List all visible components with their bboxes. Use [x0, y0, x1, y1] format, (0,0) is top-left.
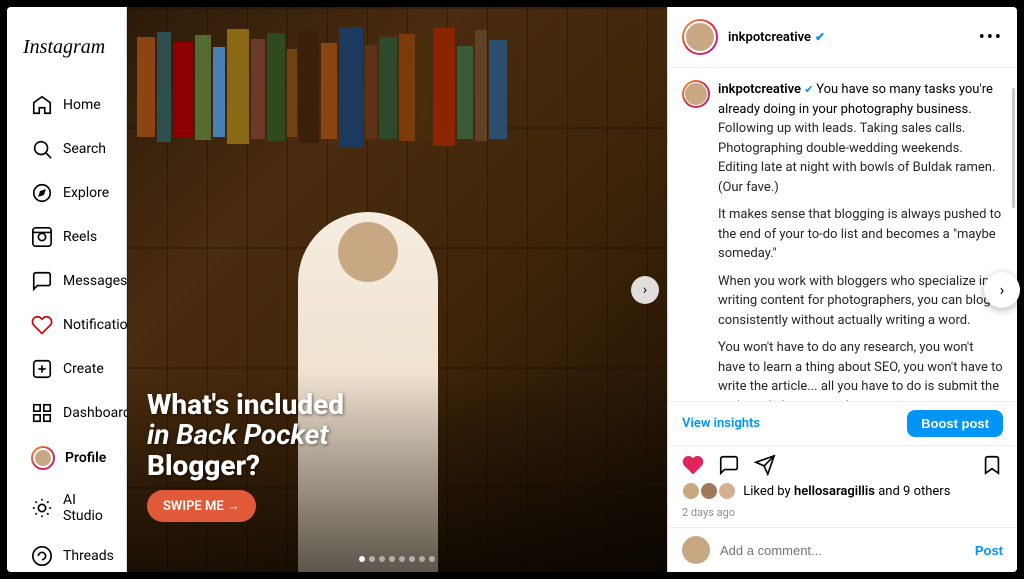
- modal-container: Instagram Home Search: [7, 7, 1017, 572]
- slide-dot-7[interactable]: [419, 556, 425, 562]
- post-author-info: inkpotcreative ✔: [728, 30, 825, 45]
- slide-next-arrow[interactable]: ›: [631, 276, 659, 304]
- slide-dot-4[interactable]: [389, 556, 395, 562]
- sidebar-item-label: Threads: [63, 548, 114, 564]
- home-icon: [31, 94, 53, 116]
- sidebar-item-notifications[interactable]: Notifications: [15, 304, 118, 346]
- sidebar: Instagram Home Search: [7, 7, 127, 572]
- sidebar-item-profile[interactable]: Profile: [15, 436, 118, 480]
- likes-avatar-1: [682, 482, 700, 500]
- caption-author-avatar[interactable]: [682, 80, 710, 108]
- current-user-avatar: [682, 536, 710, 564]
- sidebar-item-label: Dashboard: [63, 405, 131, 421]
- post-timestamp: 2 days ago: [668, 504, 1017, 527]
- right-panel: inkpotcreative ✔ ••• inkpotcreative ✔: [667, 7, 1017, 572]
- insights-row: View insights Boost post: [668, 401, 1017, 445]
- threads-icon: [31, 545, 53, 567]
- sidebar-item-messages[interactable]: Messages: [15, 260, 118, 302]
- slide-dot-5[interactable]: [399, 556, 405, 562]
- sidebar-bottom: AI Studio Threads: [7, 481, 126, 572]
- sidebar-item-explore[interactable]: Explore: [15, 172, 118, 214]
- share-button[interactable]: [754, 454, 776, 476]
- sidebar-item-create[interactable]: Create: [15, 348, 118, 390]
- notifications-icon: [31, 314, 53, 336]
- ai-studio-icon: [31, 497, 53, 519]
- post-header: inkpotcreative ✔ •••: [668, 7, 1017, 68]
- verified-badge: ✔: [815, 30, 825, 44]
- likes-avatar-2: [700, 482, 718, 500]
- post-image-area: @INKPOTCREATIVE: [127, 7, 667, 572]
- sidebar-item-home[interactable]: Home: [15, 84, 118, 126]
- sidebar-item-label: AI Studio: [63, 492, 103, 524]
- slide-dot-8[interactable]: [429, 556, 435, 562]
- modal-next-arrow[interactable]: ›: [984, 272, 1020, 308]
- save-button[interactable]: [981, 454, 1003, 476]
- likes-text: Liked by hellosaragillis and 9 others: [740, 484, 950, 499]
- sidebar-item-label: Create: [63, 361, 104, 377]
- sidebar-item-label: Messages: [63, 273, 127, 289]
- likes-avatar-3: [718, 482, 736, 500]
- sidebar-item-search[interactable]: Search: [15, 128, 118, 170]
- comment-input[interactable]: [720, 543, 965, 558]
- messages-icon: [31, 270, 53, 292]
- dashboard-icon: [31, 402, 53, 424]
- comments-area: inkpotcreative ✔ You have so many tasks …: [668, 68, 1017, 401]
- swipe-button[interactable]: SWIPE ME →: [147, 490, 256, 522]
- slide-dot-6[interactable]: [409, 556, 415, 562]
- post-text-overlay: What's included in Back Pocket Blogger? …: [147, 390, 647, 522]
- post-actions-row: [668, 445, 1017, 480]
- view-insights-button[interactable]: View insights: [682, 416, 760, 431]
- profile-avatar: [31, 446, 55, 470]
- caption-text: inkpotcreative ✔ You have so many tasks …: [718, 82, 993, 117]
- slide-dot-1[interactable]: [359, 556, 365, 562]
- sidebar-item-label: Profile: [65, 450, 106, 466]
- explore-icon: [31, 182, 53, 204]
- comment-button[interactable]: [718, 454, 740, 476]
- slide-dot-2[interactable]: [369, 556, 375, 562]
- add-comment-row: Post: [668, 527, 1017, 572]
- post-caption: inkpotcreative ✔ You have so many tasks …: [718, 80, 1003, 401]
- post-author-avatar[interactable]: [682, 19, 718, 55]
- sidebar-item-ai-studio[interactable]: AI Studio: [15, 482, 118, 534]
- search-icon: [31, 138, 53, 160]
- slide-dot-3[interactable]: [379, 556, 385, 562]
- like-button[interactable]: [682, 454, 704, 476]
- close-button[interactable]: ×: [986, 8, 1016, 38]
- caption-row: inkpotcreative ✔ You have so many tasks …: [682, 80, 1003, 401]
- sidebar-item-label: Search: [63, 141, 106, 157]
- sidebar-item-dashboard[interactable]: Dashboard: [15, 392, 118, 434]
- sidebar-item-label: Home: [63, 97, 101, 113]
- create-icon: [31, 358, 53, 380]
- sidebar-item-label: Reels: [63, 229, 97, 245]
- slide-dots-indicator: [359, 556, 435, 562]
- likes-row: Liked by hellosaragillis and 9 others: [668, 480, 1017, 504]
- modal-overlay: × Instagram Home Se: [0, 0, 1024, 579]
- reels-icon: [31, 226, 53, 248]
- sidebar-item-threads[interactable]: Threads: [15, 535, 118, 572]
- boost-post-button[interactable]: Boost post: [907, 410, 1003, 437]
- likes-avatars: Liked by hellosaragillis and 9 others: [682, 482, 1003, 500]
- sidebar-item-reels[interactable]: Reels: [15, 216, 118, 258]
- post-author-username[interactable]: inkpotcreative ✔: [728, 30, 825, 45]
- caption-verified: ✔: [804, 83, 816, 96]
- sidebar-item-label: Explore: [63, 185, 109, 201]
- instagram-logo[interactable]: Instagram: [7, 23, 126, 83]
- post-comment-button[interactable]: Post: [975, 543, 1003, 558]
- scroll-indicator: [1012, 88, 1015, 208]
- post-image-title: What's included in Back Pocket Blogger?: [147, 390, 647, 482]
